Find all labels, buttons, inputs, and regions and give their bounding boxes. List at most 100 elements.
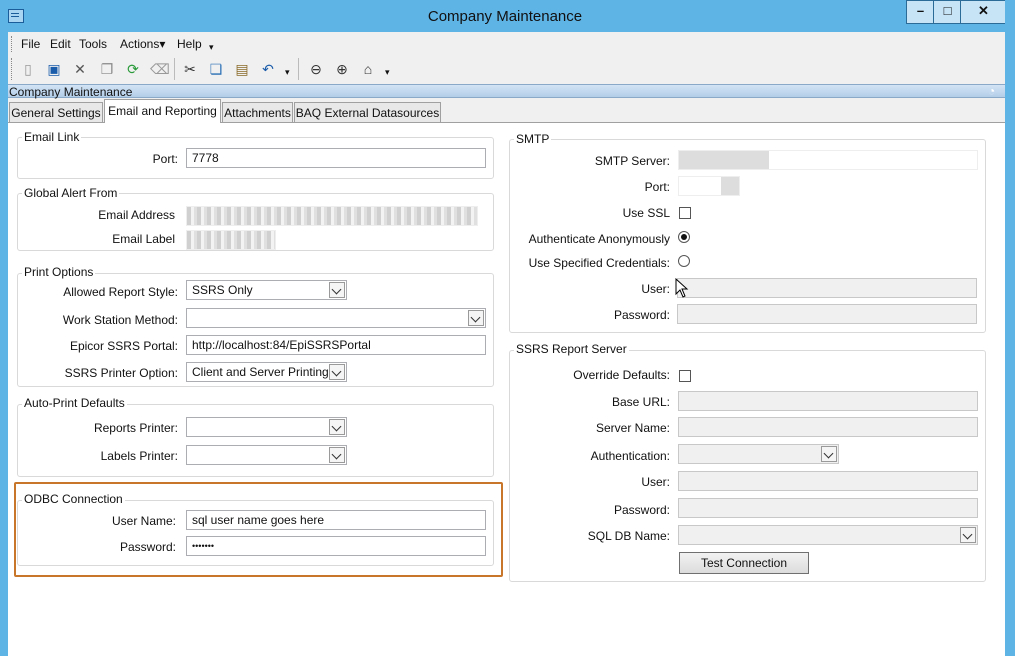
forward-icon[interactable]: ⊕	[333, 60, 351, 78]
test-connection-button[interactable]: Test Connection	[679, 552, 809, 574]
menu-help[interactable]: Help	[177, 37, 202, 51]
cut-icon[interactable]: ✂	[181, 60, 199, 78]
menu-overflow-icon[interactable]: ▾	[209, 42, 214, 53]
tab-baq-external-datasources[interactable]: BAQ External Datasources	[294, 102, 441, 122]
tab-email-and-reporting[interactable]: Email and Reporting	[104, 99, 221, 123]
global-alert-title: Global Alert From	[22, 186, 120, 200]
copy-icon[interactable]: ❐	[98, 60, 116, 78]
chevron-down-icon[interactable]	[821, 446, 837, 462]
allowed-report-style-label: Allowed Report Style:	[63, 285, 178, 299]
ssrs-user-input[interactable]	[678, 471, 978, 491]
chevron-down-icon[interactable]	[468, 310, 484, 326]
toolbar-overflow-icon[interactable]: ▾	[385, 67, 390, 78]
work-station-method-label: Work Station Method:	[62, 313, 178, 327]
save-icon[interactable]: ▣	[45, 60, 63, 78]
authenticate-anonymously-radio[interactable]	[678, 231, 690, 243]
email-label-input[interactable]	[186, 230, 276, 250]
panel-header: Company Maintenance	[8, 84, 1005, 99]
app-icon	[8, 9, 24, 23]
chevron-down-icon[interactable]	[329, 364, 345, 380]
home-icon[interactable]: ⌂	[359, 60, 377, 78]
email-link-title: Email Link	[22, 130, 82, 144]
authenticate-anonymously-label: Authenticate Anonymously	[528, 232, 670, 246]
ssrs-printer-option-value: Client and Server Printing	[192, 365, 329, 379]
paste-copy-icon[interactable]: ❏	[207, 60, 225, 78]
ssrs-password-input[interactable]	[678, 498, 978, 518]
close-button[interactable]: ✕	[960, 0, 1007, 24]
smtp-user-label: User:	[641, 282, 670, 296]
ssrs-printer-option-label: SSRS Printer Option:	[64, 366, 178, 380]
maximize-button[interactable]: □	[933, 0, 962, 24]
undo-icon[interactable]: ↶	[259, 60, 277, 78]
server-name-input[interactable]	[678, 417, 978, 437]
base-url-input[interactable]	[678, 391, 978, 411]
new-icon[interactable]: ▯	[19, 60, 37, 78]
ssrs-report-server-group	[509, 350, 986, 582]
odbc-title: ODBC Connection	[22, 492, 125, 506]
menu-edit[interactable]: Edit	[50, 37, 71, 51]
odbc-password-label: Password:	[119, 540, 176, 554]
minimize-button[interactable]: –	[906, 0, 935, 24]
window-edge	[1005, 0, 1015, 655]
use-ssl-checkbox[interactable]	[679, 207, 691, 219]
tab-general-settings[interactable]: General Settings	[9, 102, 103, 122]
work-station-method-select[interactable]	[186, 308, 486, 328]
back-icon[interactable]: ⊖	[307, 60, 325, 78]
epicor-ssrs-portal-label: Epicor SSRS Portal:	[69, 339, 178, 353]
smtp-password-label: Password:	[613, 308, 670, 322]
smtp-password-input[interactable]	[677, 304, 977, 324]
allowed-report-style-value: SSRS Only	[192, 283, 253, 297]
pin-icon[interactable]: ◔	[988, 84, 995, 98]
odbc-user-name-input[interactable]: sql user name goes here	[186, 510, 486, 530]
smtp-port-label: Port:	[644, 180, 670, 194]
menu-file[interactable]: File	[21, 37, 40, 51]
reports-printer-select[interactable]	[186, 417, 347, 437]
chevron-down-icon[interactable]	[960, 527, 976, 543]
use-specified-credentials-radio[interactable]	[678, 255, 690, 267]
print-options-title: Print Options	[22, 265, 96, 279]
port-label: Port:	[152, 152, 178, 166]
server-name-label: Server Name:	[595, 421, 670, 435]
labels-printer-label: Labels Printer:	[100, 449, 178, 463]
ssrs-report-server-title: SSRS Report Server	[514, 342, 629, 356]
clear-icon[interactable]: ⌫	[150, 60, 170, 78]
sql-db-name-label: SQL DB Name:	[587, 529, 670, 543]
email-label-label: Email Label	[112, 232, 175, 246]
chevron-down-icon[interactable]	[329, 419, 345, 435]
paste-icon[interactable]: ▤	[233, 60, 251, 78]
window-title: Company Maintenance	[427, 8, 583, 25]
mouse-cursor-icon	[675, 278, 689, 298]
allowed-report-style-select[interactable]: SSRS Only	[186, 280, 347, 300]
ssrs-password-label: Password:	[613, 503, 670, 517]
smtp-port-input[interactable]	[678, 176, 740, 196]
tab-attachments[interactable]: Attachments	[222, 102, 293, 122]
delete-icon[interactable]: ✕	[71, 60, 89, 78]
ssrs-printer-option-select[interactable]: Client and Server Printing	[186, 362, 347, 382]
epicor-ssrs-portal-input[interactable]: http://localhost:84/EpiSSRSPortal	[186, 335, 486, 355]
undo-dropdown-icon[interactable]: ▾	[285, 67, 290, 78]
override-defaults-checkbox[interactable]	[679, 370, 691, 382]
odbc-user-name-label: User Name:	[111, 514, 176, 528]
toolbar-separator	[298, 58, 299, 80]
email-address-label: Email Address	[98, 208, 175, 222]
sql-db-name-select[interactable]	[678, 525, 978, 545]
chevron-down-icon[interactable]	[329, 447, 345, 463]
toolbar-grip	[11, 58, 15, 80]
smtp-user-input[interactable]	[677, 278, 977, 298]
email-port-input[interactable]: 7778	[186, 148, 486, 168]
authentication-select[interactable]	[678, 444, 839, 464]
email-address-input[interactable]	[186, 206, 478, 226]
use-ssl-label: Use SSL	[622, 206, 670, 220]
menu-grip	[11, 36, 15, 52]
odbc-password-input[interactable]: •••••••	[186, 536, 486, 556]
ssrs-user-label: User:	[641, 475, 670, 489]
menu-tools[interactable]: Tools	[79, 37, 107, 51]
use-specified-credentials-label: Use Specified Credentials:	[528, 256, 670, 270]
labels-printer-select[interactable]	[186, 445, 347, 465]
refresh-icon[interactable]: ⟳	[124, 60, 142, 78]
smtp-server-input[interactable]	[678, 150, 978, 170]
menu-actions[interactable]: Actions▾	[120, 37, 165, 51]
toolbar-separator	[174, 58, 175, 80]
chevron-down-icon[interactable]	[329, 282, 345, 298]
override-defaults-label: Override Defaults:	[573, 368, 670, 382]
